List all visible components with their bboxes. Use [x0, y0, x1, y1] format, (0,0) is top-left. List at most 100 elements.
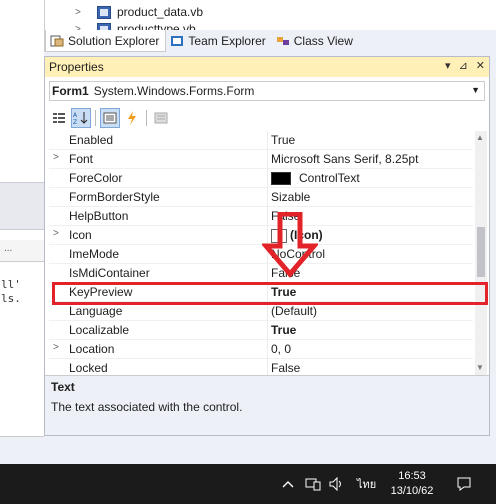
property-row-ismdicontainer[interactable]: IsMdiContainer False — [49, 264, 473, 283]
vb-file-icon — [97, 22, 111, 30]
property-value[interactable]: False — [271, 361, 471, 375]
property-pages-icon — [154, 112, 168, 124]
tab-team-explorer[interactable]: Team Explorer — [166, 30, 271, 52]
categorized-button[interactable] — [49, 108, 69, 128]
property-name: IsMdiContainer — [69, 266, 150, 280]
property-row-location[interactable]: > Location 0, 0 — [49, 340, 473, 359]
chevron-right-icon[interactable]: > — [53, 152, 63, 163]
property-row-helpbutton[interactable]: HelpButton False — [49, 207, 473, 226]
volume-icon[interactable] — [329, 464, 345, 504]
property-name: Icon — [69, 228, 92, 242]
properties-title-bar: Properties ▾ ⊿ ✕ — [45, 57, 489, 77]
property-row-enabled[interactable]: Enabled True — [49, 131, 473, 150]
notifications-icon[interactable] — [456, 464, 472, 504]
scrollbar-thumb[interactable] — [477, 227, 485, 277]
property-name: Font — [69, 152, 94, 166]
property-name: Location — [69, 342, 115, 356]
clock-date: 13/10/62 — [390, 485, 434, 497]
toolbar-separator — [95, 110, 96, 126]
code-line: ls. — [1, 292, 21, 305]
taskbar: ไทย 16:53 13/10/62 — [0, 464, 496, 504]
toolbar-separator — [146, 110, 147, 126]
close-icon[interactable]: ✕ — [476, 59, 485, 72]
solution-explorer-tree: > product_data.vb > producttype.vb — [44, 0, 496, 30]
team-explorer-icon — [171, 36, 184, 46]
property-row-locked[interactable]: Locked False — [49, 359, 473, 375]
description-title: Text — [51, 380, 75, 394]
tab-fragment: ... — [4, 243, 13, 254]
language-indicator[interactable]: ไทย — [357, 464, 376, 504]
solution-explorer-icon — [50, 35, 64, 46]
events-button[interactable] — [122, 108, 142, 128]
property-name: Localizable — [69, 323, 130, 337]
pin-icon[interactable]: ⊿ — [459, 59, 468, 72]
background-code: ll' ls. — [0, 278, 44, 306]
chevron-right-icon[interactable]: > — [75, 7, 85, 18]
property-row-formborderstyle[interactable]: FormBorderStyle Sizable — [49, 188, 473, 207]
object-type: System.Windows.Forms.Form — [93, 84, 255, 98]
tree-item[interactable]: > product_data.vb — [75, 3, 203, 21]
network-icon[interactable] — [305, 464, 321, 504]
categorized-icon — [53, 113, 65, 123]
chevron-right-icon[interactable]: > — [53, 342, 63, 353]
sort-az-icon: AZ — [73, 112, 88, 125]
property-row-localizable[interactable]: Localizable True — [49, 321, 473, 340]
svg-text:Z: Z — [73, 119, 77, 125]
tab-label: Solution Explorer — [68, 33, 160, 48]
property-name: FormBorderStyle — [69, 190, 160, 204]
tree-item[interactable]: > producttype.vb — [75, 20, 196, 30]
tree-item-label: product_data.vb — [117, 5, 204, 19]
code-line: ll' — [1, 278, 21, 291]
properties-view-button[interactable] — [100, 108, 120, 128]
property-name: ForeColor — [69, 171, 123, 185]
property-value[interactable]: (Default) — [271, 304, 471, 318]
vertical-scrollbar[interactable]: ▲ ▼ — [475, 131, 487, 375]
tool-window-tabs: Solution Explorer Team Explorer Class Vi… — [44, 30, 496, 52]
property-value[interactable]: True — [271, 323, 471, 337]
object-selector[interactable]: Form1 System.Windows.Forms.Form ▼ — [49, 81, 485, 101]
description-panel: Text The text associated with the contro… — [45, 375, 489, 435]
property-value[interactable]: Microsoft Sans Serif, 8.25pt — [271, 152, 471, 166]
property-name: HelpButton — [69, 209, 129, 223]
property-value[interactable]: Sizable — [271, 190, 471, 204]
vb-file-icon — [97, 5, 111, 19]
chevron-right-icon[interactable]: > — [53, 228, 63, 239]
properties-list-icon — [103, 112, 117, 124]
property-row-forecolor[interactable]: ForeColor ControlText — [49, 169, 473, 188]
description-text: The text associated with the control. — [51, 400, 243, 414]
tab-class-view[interactable]: Class View — [272, 30, 359, 52]
color-swatch — [271, 172, 291, 186]
property-pages-button[interactable] — [151, 108, 171, 128]
highlight-box — [52, 282, 488, 305]
property-value[interactable]: 0, 0 — [271, 342, 471, 356]
alphabetical-button[interactable]: AZ — [71, 108, 91, 128]
property-row-font[interactable]: > Font Microsoft Sans Serif, 8.25pt — [49, 150, 473, 169]
properties-title: Properties — [49, 60, 104, 74]
property-value-container[interactable]: ControlText — [271, 171, 471, 186]
property-row-imemode[interactable]: ImeMode NoControl — [49, 245, 473, 264]
dropdown-icon[interactable]: ▾ — [445, 59, 451, 72]
property-value[interactable]: True — [271, 133, 471, 147]
scroll-down-icon[interactable]: ▼ — [476, 363, 484, 372]
class-view-icon — [276, 37, 289, 45]
property-grid: Enabled True > Font Microsoft Sans Serif… — [49, 131, 473, 375]
property-row-icon[interactable]: > Icon (Icon) — [49, 226, 473, 245]
property-value: ControlText — [299, 171, 360, 185]
properties-toolbar: AZ — [49, 107, 485, 129]
clock[interactable]: 16:53 13/10/62 — [386, 464, 438, 504]
property-name: Locked — [69, 361, 108, 375]
chevron-down-icon: ▼ — [471, 85, 480, 95]
tab-label: Class View — [293, 34, 353, 48]
background-editor-strip — [0, 0, 44, 464]
tab-solution-explorer[interactable]: Solution Explorer — [45, 30, 167, 52]
background-panel — [0, 182, 44, 230]
svg-text:A: A — [73, 112, 78, 119]
show-hidden-icons-icon[interactable] — [282, 464, 294, 504]
background-tab[interactable]: ... — [0, 240, 44, 262]
object-name: Form1 — [52, 84, 89, 98]
lightning-icon — [128, 111, 136, 125]
tree-item-label: producttype.vb — [117, 22, 196, 30]
property-name: Enabled — [69, 133, 114, 147]
clock-time: 16:53 — [398, 470, 426, 482]
scroll-up-icon[interactable]: ▲ — [476, 133, 484, 142]
